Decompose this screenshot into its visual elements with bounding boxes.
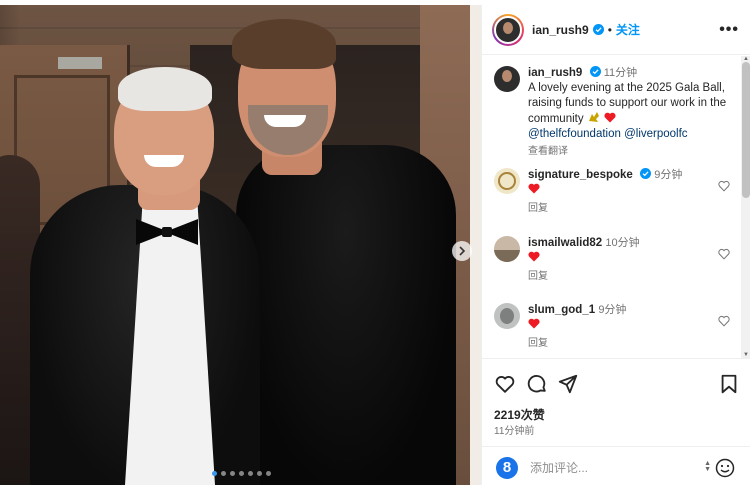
carousel-dot	[221, 471, 226, 476]
carousel-dot	[257, 471, 262, 476]
comment-time: 9分钟	[598, 304, 627, 316]
person-left-smile	[144, 155, 184, 167]
reply-button[interactable]: 回复	[528, 201, 736, 216]
comment-text-block: ismailwalid82 10分钟 回复	[528, 236, 736, 284]
bow-tie	[136, 219, 198, 245]
comment-username[interactable]: slum_god_1	[528, 304, 595, 316]
caption-text-block: ian_rush9 11分钟 A lovely evening at the 2…	[528, 66, 736, 159]
photo-light	[470, 5, 481, 485]
avatar-image	[498, 172, 516, 190]
comment-like-icon[interactable]	[718, 248, 730, 260]
reply-button[interactable]: 回复	[528, 269, 736, 284]
avatar-image	[494, 15, 522, 44]
likes-count[interactable]: 2219次赞	[494, 406, 545, 423]
more-icon[interactable]: •••	[719, 21, 739, 39]
emoji-icon[interactable]	[715, 458, 735, 478]
post-photo[interactable]	[0, 5, 481, 485]
save-icon[interactable]	[718, 373, 740, 395]
heart-emoji-icon	[528, 183, 540, 194]
scroll-thumb[interactable]	[742, 62, 750, 198]
verified-icon	[592, 24, 604, 35]
carousel-dot	[266, 471, 271, 476]
post-actions: 2219次赞 11分钟前 8 ▲▼	[482, 358, 750, 485]
carousel-dot	[248, 471, 253, 476]
caption-avatar[interactable]	[494, 66, 520, 92]
comment-time: 10分钟	[605, 237, 640, 249]
author-avatar[interactable]	[492, 13, 524, 46]
comment-text-block: signature_bespoke 9分钟 回复	[528, 168, 736, 216]
carousel-dots	[212, 471, 271, 476]
carousel-dot	[230, 471, 235, 476]
comment-row: signature_bespoke 9分钟 回复	[494, 168, 732, 224]
carousel-dot	[239, 471, 244, 476]
posted-time: 11分钟前	[494, 426, 535, 437]
comment-username[interactable]: signature_bespoke	[528, 169, 633, 181]
comment-text-block: slum_god_1 9分钟 回复	[528, 303, 736, 351]
chevron-right-icon	[459, 246, 466, 256]
door-plate	[58, 57, 102, 69]
post-header: ian_rush9 • 关注 •••	[482, 5, 750, 55]
mention-link[interactable]: @thelfcfoundation	[528, 128, 621, 140]
heart-emoji-icon	[528, 251, 540, 262]
comments-scrollbar[interactable]: ▲ ▼	[741, 56, 750, 358]
author-username[interactable]: ian_rush9	[532, 23, 589, 37]
comment-input[interactable]	[530, 459, 700, 477]
share-icon[interactable]	[557, 373, 579, 395]
caption-time: 11分钟	[603, 67, 638, 79]
comment-icon[interactable]	[526, 373, 548, 395]
commenter-avatar[interactable]	[494, 168, 520, 194]
carousel-next-button[interactable]	[452, 241, 472, 261]
heart-icon[interactable]	[494, 373, 516, 395]
reply-button[interactable]: 回复	[528, 336, 736, 351]
caption-text: A lovely evening at the 2025 Gala Ball, …	[528, 82, 727, 125]
comment-username[interactable]: ismailwalid82	[528, 237, 602, 249]
commenter-avatar[interactable]	[494, 303, 520, 329]
comment-like-icon[interactable]	[718, 180, 730, 192]
post-side-panel: ian_rush9 • 关注 ••• ian_rush9 11分钟 A love…	[481, 5, 750, 485]
mention-link[interactable]: @liverpoolfc	[624, 128, 687, 140]
comment-row: ismailwalid82 10分钟 回复	[494, 236, 732, 292]
person-right-suit	[236, 145, 456, 485]
avatar-image	[494, 250, 520, 262]
caption-username[interactable]: ian_rush9	[528, 67, 582, 79]
liver-bird-icon	[588, 112, 599, 122]
avatar-image	[500, 308, 514, 324]
comment-row: slum_god_1 9分钟 回复	[494, 303, 732, 358]
instagram-post-modal: ian_rush9 • 关注 ••• ian_rush9 11分钟 A love…	[0, 0, 750, 488]
stepper-arrows-icon[interactable]: ▲ ▼	[704, 460, 711, 473]
comment-composer: 8 ▲▼	[482, 446, 750, 486]
translate-link[interactable]: 查看翻译	[528, 144, 736, 159]
caption-row: ian_rush9 11分钟 A lovely evening at the 2…	[494, 66, 732, 157]
commenter-avatar[interactable]	[494, 236, 520, 262]
avatar-image	[502, 70, 512, 82]
person-right-hair	[232, 19, 336, 69]
verified-icon	[589, 66, 601, 77]
verified-icon	[640, 168, 652, 179]
person-left-hair	[118, 67, 212, 111]
header-separator: •	[607, 22, 612, 37]
carousel-dot	[212, 471, 217, 476]
composer-badge-icon: 8	[496, 457, 518, 479]
comment-time: 9分钟	[654, 169, 683, 181]
comments-list[interactable]: ian_rush9 11分钟 A lovely evening at the 2…	[482, 56, 750, 358]
person-right-smile	[264, 115, 306, 127]
comment-like-icon[interactable]	[718, 315, 730, 327]
heart-emoji-icon	[528, 318, 540, 329]
follow-button[interactable]: 关注	[616, 21, 640, 38]
heart-emoji-icon	[604, 112, 616, 123]
